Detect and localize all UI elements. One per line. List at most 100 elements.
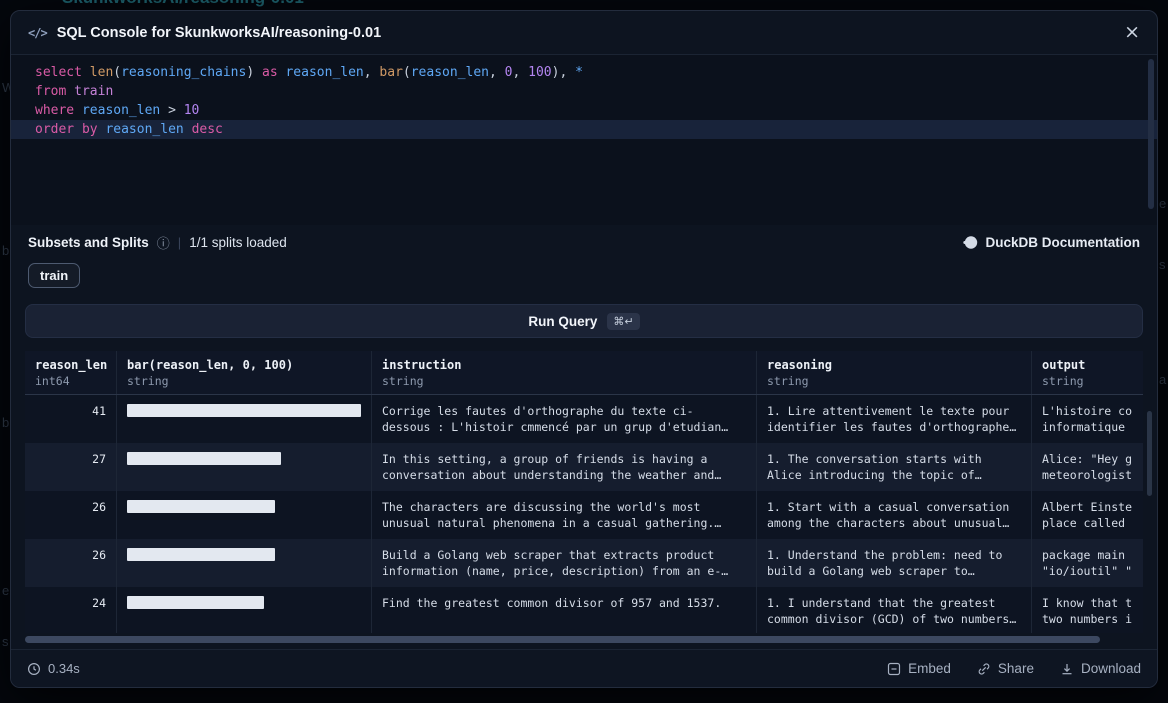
cell-instruction: The characters are discussing the world'…: [371, 491, 756, 539]
sql-token: len: [90, 65, 113, 80]
info-icon[interactable]: ⓘ: [157, 233, 170, 252]
sql-token: ): [246, 65, 254, 80]
cell-instruction: Corrige les fautes d'orthographe du text…: [371, 395, 756, 443]
sql-token: [254, 65, 262, 80]
code-icon: </>: [28, 26, 47, 40]
split-chips: train: [28, 263, 1140, 289]
sql-editor-content: select len(reasoning_chains) as reason_l…: [11, 63, 1157, 139]
embed-button[interactable]: Embed: [887, 661, 951, 676]
table-row: 27 In this setting, a group of friends is…: [25, 443, 1143, 491]
sql-token: reason_len: [411, 65, 489, 80]
splits-loaded-text: 1/1 splits loaded: [189, 235, 287, 250]
background-fragment: e: [2, 583, 9, 598]
footer-actions: Embed Share Download: [887, 661, 1141, 676]
sql-token: where: [35, 103, 74, 118]
table-scrollbar-thumb[interactable]: [1147, 411, 1152, 496]
cell-reason_len: 26: [25, 491, 116, 539]
sql-token: reasoning_chains: [121, 65, 246, 80]
keyboard-shortcut-badge: ⌘↵: [607, 313, 639, 330]
sql-token: 100: [528, 65, 551, 80]
background-fragment: s: [1159, 257, 1166, 272]
column-header-output[interactable]: outputstring: [1031, 351, 1143, 394]
split-chip-train[interactable]: train: [28, 263, 80, 288]
table-header: reason_lenint64bar(reason_len, 0, 100)st…: [25, 351, 1143, 395]
column-header-reason_len[interactable]: reason_lenint64: [25, 351, 116, 394]
sql-token: ,: [364, 65, 380, 80]
column-header-instruction[interactable]: instructionstring: [371, 351, 756, 394]
clock-icon: [27, 662, 41, 676]
table-row: 41 Corrige les fautes d'orthographe du te…: [25, 395, 1143, 443]
sql-token: select: [35, 65, 82, 80]
sql-token: train: [74, 84, 113, 99]
sql-console-modal: </> SQL Console for SkunkworksAI/reasoni…: [10, 10, 1158, 688]
background-fragment: b: [2, 243, 9, 258]
share-link-icon: [977, 662, 991, 676]
embed-icon: [887, 662, 901, 676]
sql-token: (: [403, 65, 411, 80]
cell-reason_len: 27: [25, 443, 116, 491]
cell-instruction: Build a Golang web scraper that extracts…: [371, 539, 756, 587]
duckdb-icon: [963, 235, 978, 250]
background-fragment: e: [1159, 196, 1166, 211]
background-fragment: s: [2, 634, 9, 649]
cell-instruction: Find the greatest common divisor of 957 …: [371, 587, 756, 633]
query-elapsed: 0.34s: [27, 661, 80, 676]
cell-bar: [116, 395, 371, 443]
sql-line-4[interactable]: order by reason_len desc: [11, 120, 1157, 139]
cell-instruction: In this setting, a group of friends is h…: [371, 443, 756, 491]
column-header-reasoning[interactable]: reasoningstring: [756, 351, 1031, 394]
cell-output: Albert Einste place called: [1031, 491, 1143, 539]
cell-reasoning: 1. Lire attentivement le texte pour iden…: [756, 395, 1031, 443]
results-table: reason_lenint64bar(reason_len, 0, 100)st…: [25, 351, 1143, 633]
elapsed-time: 0.34s: [48, 661, 80, 676]
close-button[interactable]: ×: [1124, 23, 1140, 42]
sql-token: [66, 84, 74, 99]
run-query-label: Run Query: [528, 314, 597, 329]
cell-reasoning: 1. The conversation starts with Alice in…: [756, 443, 1031, 491]
subsets-splits-row: Subsets and Splits ⓘ | 1/1 splits loaded…: [28, 231, 1140, 253]
table-row: 24Find the greatest common divisor of 95…: [25, 587, 1143, 633]
editor-scrollbar-thumb[interactable]: [1148, 59, 1154, 209]
sql-token: [74, 103, 82, 118]
sql-editor[interactable]: select len(reasoning_chains) as reason_l…: [11, 55, 1157, 225]
cell-reason_len: 26: [25, 539, 116, 587]
share-label: Share: [998, 661, 1034, 676]
horizontal-scrollbar-thumb[interactable]: [25, 636, 1100, 643]
download-button[interactable]: Download: [1060, 661, 1141, 676]
table-scrollbar[interactable]: [1147, 353, 1152, 635]
duckdb-docs-label: DuckDB Documentation: [985, 235, 1140, 250]
sql-token: 0: [505, 65, 513, 80]
sql-token: by: [82, 122, 98, 137]
modal-header: </> SQL Console for SkunkworksAI/reasoni…: [11, 11, 1157, 55]
embed-label: Embed: [908, 661, 951, 676]
sql-token: [184, 122, 192, 137]
horizontal-scrollbar[interactable]: [25, 636, 1143, 644]
sql-line-1[interactable]: select len(reasoning_chains) as reason_l…: [11, 63, 1157, 82]
sql-line-2[interactable]: from train: [11, 82, 1157, 101]
run-query-button[interactable]: Run Query ⌘↵: [25, 304, 1143, 338]
editor-scrollbar[interactable]: [1148, 59, 1154, 219]
duckdb-docs-link[interactable]: DuckDB Documentation: [963, 235, 1140, 250]
cell-reason_len: 41: [25, 395, 116, 443]
cell-reasoning: 1. Understand the problem: need to build…: [756, 539, 1031, 587]
sql-token: *: [575, 65, 583, 80]
table-body: 41 Corrige les fautes d'orthographe du te…: [25, 395, 1143, 633]
sql-token: >: [160, 103, 183, 118]
table-row: 26 Build a Golang web scraper that extrac…: [25, 539, 1143, 587]
sql-token: 10: [184, 103, 200, 118]
bar-visualization: [127, 452, 281, 465]
bar-visualization: [127, 548, 275, 561]
sql-line-3[interactable]: where reason_len > 10: [11, 101, 1157, 120]
cell-reasoning: 1. Start with a casual conversation amon…: [756, 491, 1031, 539]
column-header-bar[interactable]: bar(reason_len, 0, 100)string: [116, 351, 371, 394]
bar-visualization: [127, 404, 361, 417]
sql-token: (: [113, 65, 121, 80]
cell-bar: [116, 539, 371, 587]
sql-token: reason_len: [82, 103, 160, 118]
background-fragment: b: [2, 415, 9, 430]
cell-reasoning: 1. I understand that the greatest common…: [756, 587, 1031, 633]
cell-output: package main "io/ioutil" ": [1031, 539, 1143, 587]
share-button[interactable]: Share: [977, 661, 1034, 676]
sql-token: bar: [379, 65, 402, 80]
cell-output: I know that t two numbers i: [1031, 587, 1143, 633]
